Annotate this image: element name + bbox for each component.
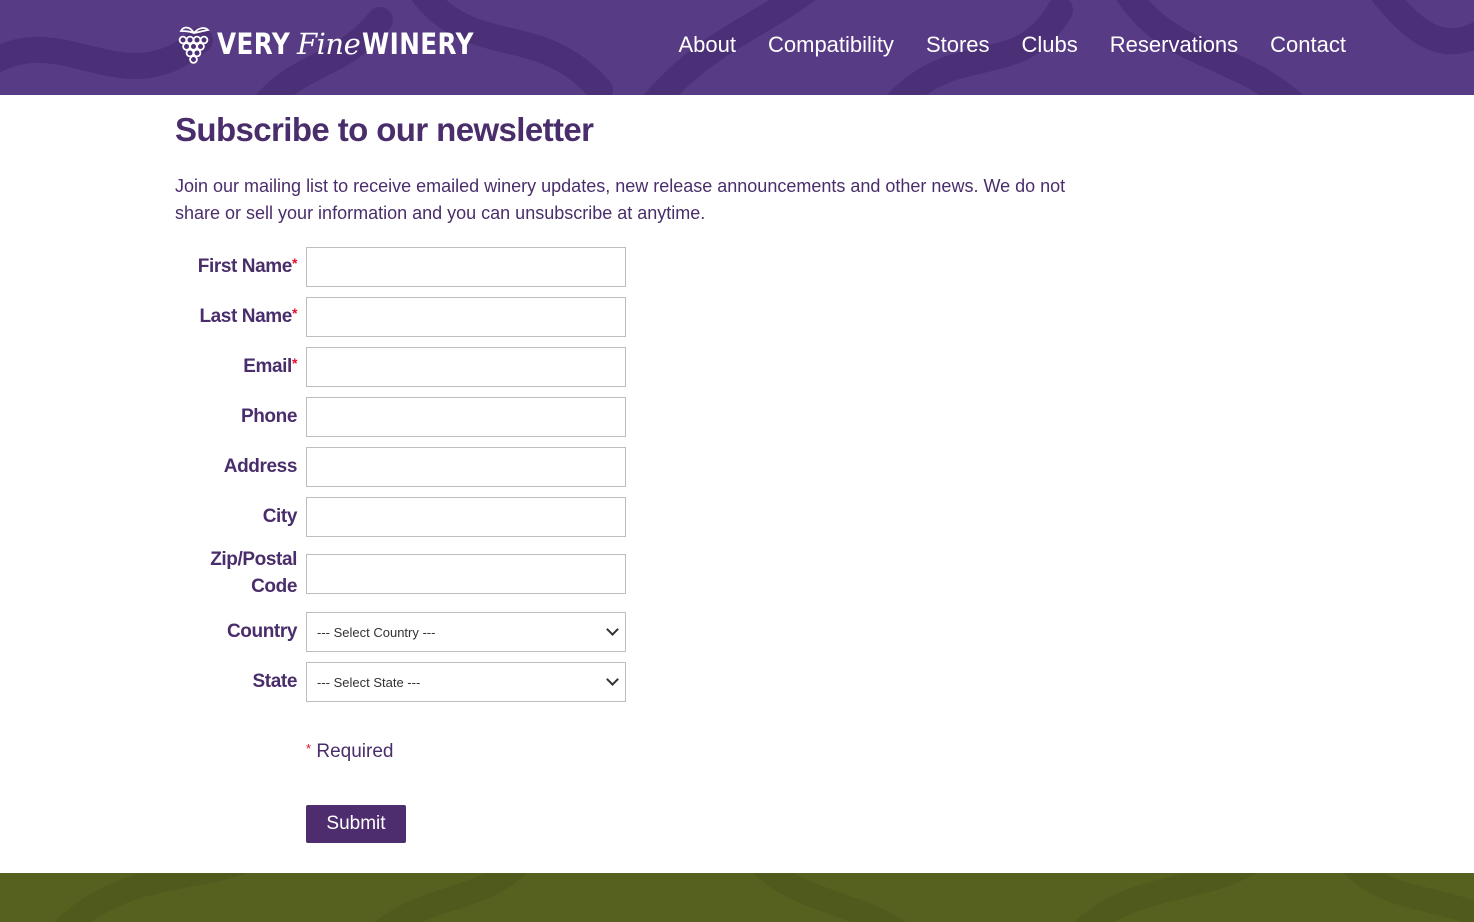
page-title: Subscribe to our newsletter xyxy=(175,111,594,148)
state-label: State xyxy=(252,671,298,692)
nav-reservations[interactable]: Reservations xyxy=(1110,30,1238,60)
country-select[interactable]: --- Select Country --- xyxy=(306,612,626,652)
zip-input[interactable] xyxy=(306,554,626,594)
main-nav: About Compatibility Stores Clubs Reserva… xyxy=(647,30,1347,60)
required-mark: * xyxy=(306,741,312,756)
required-mark: * xyxy=(291,355,297,371)
address-row: Address xyxy=(175,447,635,487)
nav-about[interactable]: About xyxy=(679,30,737,60)
last-name-label: Last Name* xyxy=(199,305,297,327)
zip-label: Zip/Postal Code xyxy=(210,549,297,597)
email-input[interactable] xyxy=(306,347,626,387)
phone-input[interactable] xyxy=(306,397,626,437)
required-note: * Required xyxy=(306,741,393,763)
site-footer xyxy=(0,873,1474,922)
required-mark: * xyxy=(291,255,297,271)
phone-row: Phone xyxy=(175,397,635,437)
first-name-row: First Name* xyxy=(175,247,635,287)
email-row: Email* xyxy=(175,347,635,387)
footer-pattern xyxy=(54,873,1474,922)
nav-compatibility[interactable]: Compatibility xyxy=(768,30,894,60)
required-note-text: Required xyxy=(316,741,394,762)
logo-word-fine: Fine xyxy=(297,27,361,61)
address-label: Address xyxy=(223,456,298,477)
first-name-label: First Name* xyxy=(197,255,298,277)
city-row: City xyxy=(175,497,635,537)
state-row: State --- Select State --- xyxy=(175,662,635,702)
country-label: Country xyxy=(226,621,297,642)
zip-row: Zip/Postal Code xyxy=(175,549,635,597)
email-label: Email* xyxy=(243,355,297,377)
nav-clubs[interactable]: Clubs xyxy=(1022,30,1078,60)
grape-cluster-icon xyxy=(178,26,210,64)
country-row: Country --- Select Country --- xyxy=(175,612,635,652)
nav-contact[interactable]: Contact xyxy=(1270,30,1346,60)
last-name-input[interactable] xyxy=(306,297,626,337)
required-mark: * xyxy=(291,305,297,321)
first-name-input[interactable] xyxy=(306,247,626,287)
site-logo[interactable]: VERY Fine WINERY xyxy=(175,22,494,66)
city-input[interactable] xyxy=(306,497,626,537)
state-select[interactable]: --- Select State --- xyxy=(306,662,626,702)
page-intro: Join our mailing list to receive emailed… xyxy=(175,176,1066,223)
site-header: VERY Fine WINERY About Compatibility Sto… xyxy=(0,0,1474,95)
last-name-row: Last Name* xyxy=(175,297,635,337)
logo-word-very: VERY xyxy=(217,27,291,61)
phone-label: Phone xyxy=(240,406,297,427)
logo-word-winery: WINERY xyxy=(362,27,475,61)
city-label: City xyxy=(262,506,298,527)
nav-stores[interactable]: Stores xyxy=(926,30,990,60)
submit-button[interactable]: Submit xyxy=(306,805,406,843)
address-input[interactable] xyxy=(306,447,626,487)
